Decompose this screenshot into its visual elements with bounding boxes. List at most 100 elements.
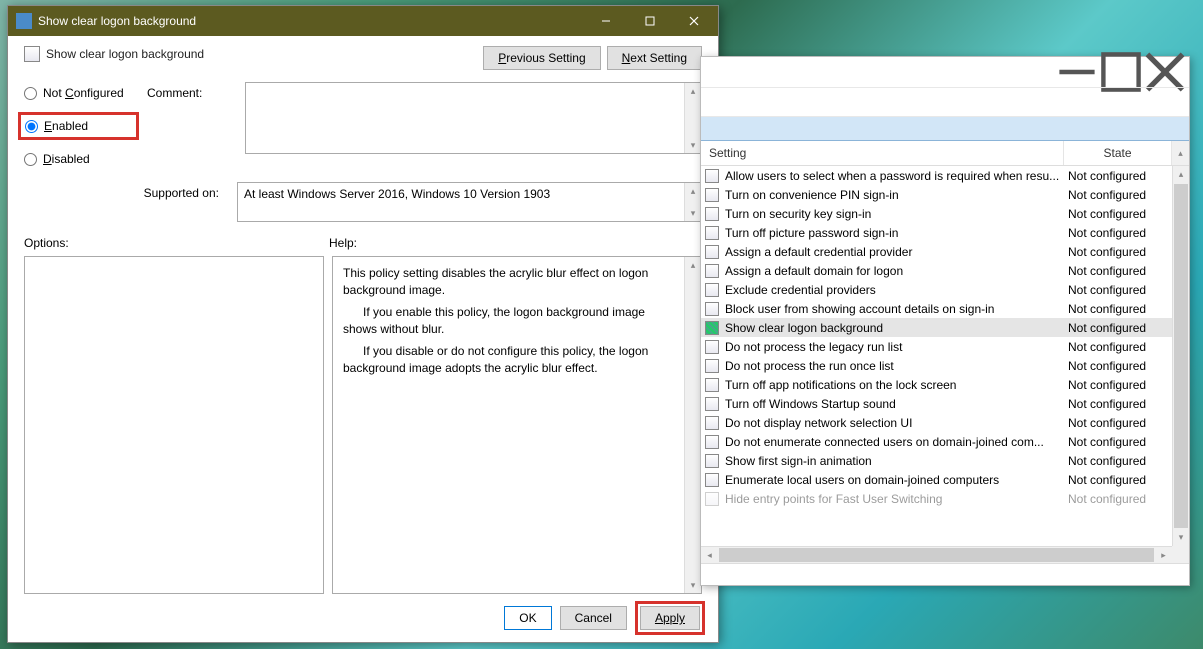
policy-state: Not configured <box>1064 226 1172 240</box>
policy-item-icon <box>705 245 719 259</box>
policy-row[interactable]: Turn off Windows Startup soundNot config… <box>701 394 1172 413</box>
apply-button[interactable]: Apply <box>640 606 700 630</box>
col-state[interactable]: State <box>1064 141 1172 165</box>
gpe-close-button[interactable] <box>1143 58 1187 86</box>
policy-state: Not configured <box>1064 416 1172 430</box>
policy-icon <box>24 46 40 62</box>
next-setting-button[interactable]: Next Setting <box>607 46 702 70</box>
policy-state: Not configured <box>1064 169 1172 183</box>
group-policy-editor-window: Setting State ▴ Allow users to select wh… <box>700 56 1190 586</box>
policy-row[interactable]: Assign a default credential providerNot … <box>701 242 1172 261</box>
policy-state: Not configured <box>1064 378 1172 392</box>
vertical-scrollbar[interactable]: ▴▾ <box>1172 166 1189 546</box>
policy-item-icon <box>705 207 719 221</box>
previous-setting-button[interactable]: Previous Setting <box>483 46 600 70</box>
comment-box: ▴▾ <box>245 82 702 154</box>
policy-name: Do not enumerate connected users on doma… <box>725 435 1064 449</box>
policy-state: Not configured <box>1064 454 1172 468</box>
help-text: This policy setting disables the acrylic… <box>333 257 684 593</box>
policy-name: Turn off Windows Startup sound <box>725 397 1064 411</box>
policy-setting-dialog: Show clear logon background Show clear l… <box>7 5 719 643</box>
policy-name: Assign a default credential provider <box>725 245 1064 259</box>
policy-state: Not configured <box>1064 473 1172 487</box>
supported-text: At least Windows Server 2016, Windows 10… <box>238 183 684 221</box>
comment-input[interactable] <box>246 83 684 153</box>
policy-item-icon <box>705 340 719 354</box>
policy-item-icon <box>705 302 719 316</box>
col-scroll-top[interactable]: ▴ <box>1172 141 1189 165</box>
ok-button[interactable]: OK <box>504 606 551 630</box>
enabled-highlight: Enabled <box>18 112 139 140</box>
options-label: Options: <box>24 236 329 250</box>
policy-item-icon <box>705 454 719 468</box>
policy-row[interactable]: Turn on convenience PIN sign-inNot confi… <box>701 185 1172 204</box>
dialog-body: Show clear logon background Previous Set… <box>8 36 718 642</box>
policy-row[interactable]: Turn off app notifications on the lock s… <box>701 375 1172 394</box>
gpe-maximize-button[interactable] <box>1099 58 1143 86</box>
policy-row[interactable]: Turn off picture password sign-inNot con… <box>701 223 1172 242</box>
policy-name: Do not process the run once list <box>725 359 1064 373</box>
app-icon <box>16 13 32 29</box>
comment-scrollbar[interactable]: ▴▾ <box>684 83 701 153</box>
gpe-tabs: Extended Standard <box>701 563 1189 585</box>
policy-state: Not configured <box>1064 188 1172 202</box>
policy-name: Turn off app notifications on the lock s… <box>725 378 1064 392</box>
policy-list: Allow users to select when a password is… <box>701 166 1189 563</box>
policy-item-icon <box>705 359 719 373</box>
policy-state: Not configured <box>1064 359 1172 373</box>
policy-item-icon <box>705 435 719 449</box>
policy-state: Not configured <box>1064 302 1172 316</box>
policy-row[interactable]: Block user from showing account details … <box>701 299 1172 318</box>
policy-item-icon <box>705 188 719 202</box>
policy-row[interactable]: Enumerate local users on domain-joined c… <box>701 470 1172 489</box>
radio-disabled[interactable]: Disabled <box>24 152 139 166</box>
policy-row[interactable]: Do not display network selection UINot c… <box>701 413 1172 432</box>
setting-name: Show clear logon background <box>46 47 204 61</box>
policy-state: Not configured <box>1064 492 1172 506</box>
maximize-button[interactable] <box>628 7 672 35</box>
policy-row[interactable]: Assign a default domain for logonNot con… <box>701 261 1172 280</box>
minimize-button[interactable] <box>584 7 628 35</box>
setting-title: Show clear logon background <box>24 46 204 62</box>
policy-row[interactable]: Exclude credential providersNot configur… <box>701 280 1172 299</box>
radio-enabled[interactable]: Enabled <box>25 119 126 133</box>
policy-name: Turn on security key sign-in <box>725 207 1064 221</box>
policy-row[interactable]: Do not process the run once listNot conf… <box>701 356 1172 375</box>
gpe-minimize-button[interactable] <box>1055 58 1099 86</box>
scrollbar-corner <box>1172 546 1189 563</box>
policy-row[interactable]: Show first sign-in animationNot configur… <box>701 451 1172 470</box>
titlebar[interactable]: Show clear logon background <box>8 6 718 36</box>
policy-row[interactable]: Do not process the legacy run listNot co… <box>701 337 1172 356</box>
gpe-column-headers: Setting State ▴ <box>701 141 1189 166</box>
policy-item-icon <box>705 169 719 183</box>
policy-item-icon <box>705 264 719 278</box>
policy-row[interactable]: Allow users to select when a password is… <box>701 166 1172 185</box>
policy-name: Block user from showing account details … <box>725 302 1064 316</box>
policy-row[interactable]: Show clear logon backgroundNot configure… <box>701 318 1172 337</box>
window-title: Show clear logon background <box>38 14 584 28</box>
policy-row[interactable]: Hide entry points for Fast User Switchin… <box>701 489 1172 508</box>
radio-not-configured[interactable]: Not Configured <box>24 86 139 100</box>
help-scrollbar[interactable]: ▴▾ <box>684 257 701 593</box>
policy-item-icon <box>705 283 719 297</box>
policy-name: Do not process the legacy run list <box>725 340 1064 354</box>
policy-item-icon <box>705 226 719 240</box>
policy-state: Not configured <box>1064 435 1172 449</box>
policy-item-icon <box>705 397 719 411</box>
supported-scrollbar[interactable]: ▴▾ <box>684 183 701 221</box>
policy-name: Show clear logon background <box>725 321 1064 335</box>
state-radio-group: Not Configured Enabled Disabled <box>24 82 139 166</box>
cancel-button[interactable]: Cancel <box>560 606 627 630</box>
policy-item-icon <box>705 321 719 335</box>
col-setting[interactable]: Setting <box>701 141 1064 165</box>
gpe-titlebar[interactable] <box>701 57 1189 87</box>
policy-row[interactable]: Turn on security key sign-inNot configur… <box>701 204 1172 223</box>
close-button[interactable] <box>672 7 716 35</box>
policy-name: Turn on convenience PIN sign-in <box>725 188 1064 202</box>
policy-row[interactable]: Do not enumerate connected users on doma… <box>701 432 1172 451</box>
policy-state: Not configured <box>1064 283 1172 297</box>
gpe-header-band <box>701 117 1189 141</box>
policy-name: Show first sign-in animation <box>725 454 1064 468</box>
horizontal-scrollbar[interactable]: ◂▸ <box>701 546 1172 563</box>
comment-label: Comment: <box>147 82 237 100</box>
